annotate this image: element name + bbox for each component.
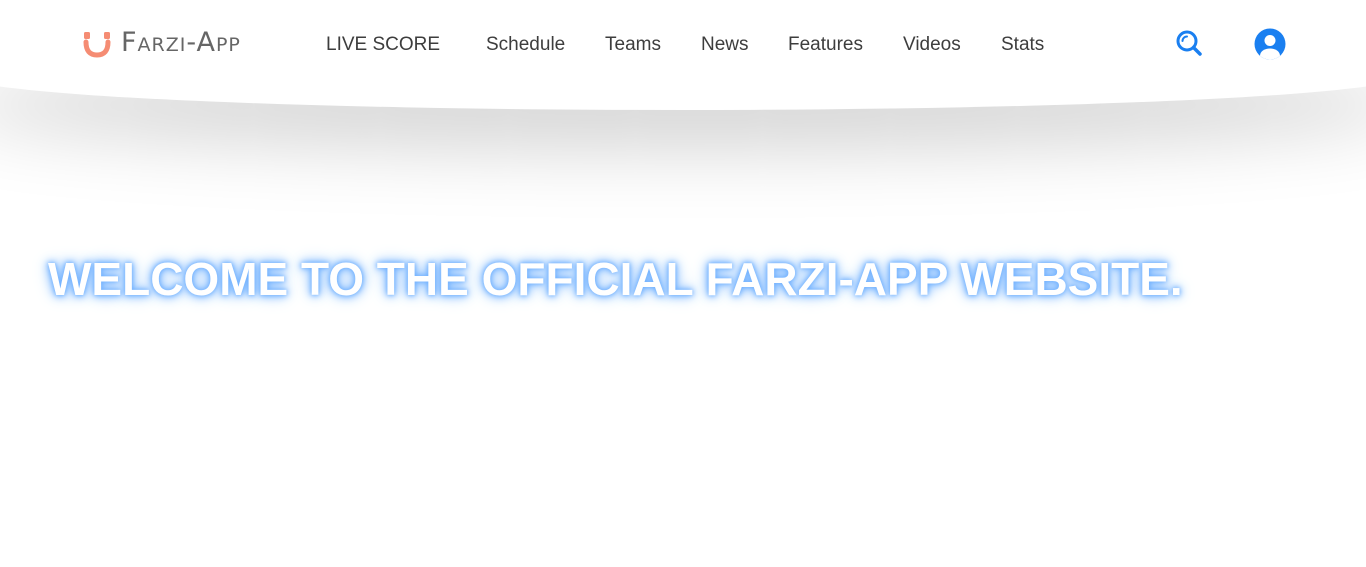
nav-features[interactable]: Features: [788, 34, 863, 56]
nav-live-score[interactable]: LIVE SCORE: [326, 34, 440, 56]
hero-welcome-title: WELCOME TO THE OFFICIAL FARZI-APP WEBSIT…: [48, 253, 1183, 305]
nav-schedule[interactable]: Schedule: [486, 34, 565, 56]
user-account-icon: [1254, 28, 1286, 60]
navbar: Farzi-App LIVE SCORE Schedule Teams News…: [0, 0, 1366, 80]
nav-stats[interactable]: Stats: [1001, 34, 1044, 56]
nav-videos[interactable]: Videos: [903, 34, 961, 56]
brand-logo-link[interactable]: Farzi-App: [83, 26, 241, 60]
page: Farzi-App LIVE SCORE Schedule Teams News…: [0, 0, 1366, 567]
nav-teams[interactable]: Teams: [605, 34, 661, 56]
search-icon: [1176, 30, 1202, 56]
search-button[interactable]: [1174, 29, 1204, 59]
smile-logo-icon: [83, 32, 111, 58]
nav-news[interactable]: News: [701, 34, 749, 56]
user-account-button[interactable]: [1254, 28, 1286, 60]
brand-name: Farzi-App: [121, 27, 241, 58]
